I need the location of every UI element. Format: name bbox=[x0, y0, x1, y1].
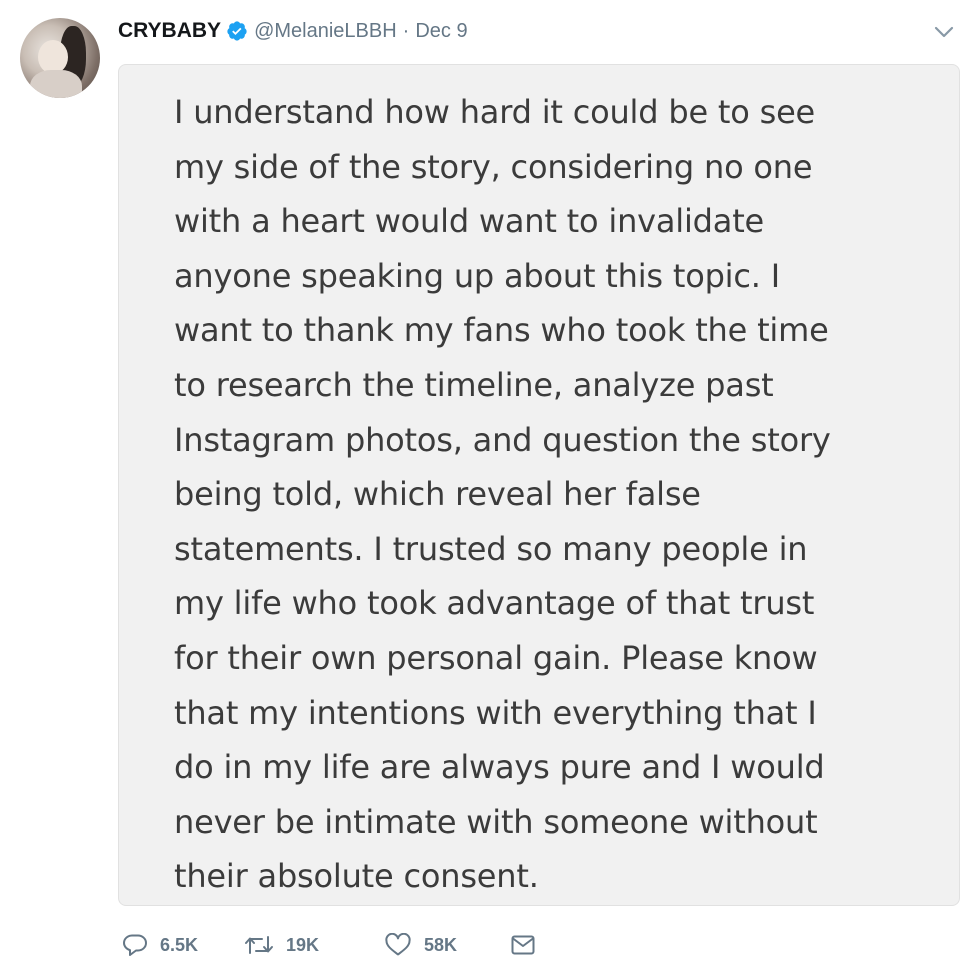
avatar[interactable] bbox=[20, 18, 100, 98]
user-handle[interactable]: @MelanieLBBH bbox=[254, 20, 397, 43]
image-text-line: do in my life are always pure and I woul… bbox=[174, 748, 825, 787]
like-count: 58K bbox=[424, 934, 458, 955]
image-text-line: statements. I trusted so many people in bbox=[174, 529, 808, 568]
retweet-icon bbox=[244, 933, 274, 957]
image-text-line: Instagram photos, and question the story bbox=[174, 420, 831, 459]
image-text-line: never be intimate with someone without bbox=[174, 802, 818, 841]
retweet-button[interactable]: 19K bbox=[244, 933, 384, 957]
image-text-line: their absolute consent. bbox=[174, 857, 539, 896]
like-button[interactable]: 58K bbox=[384, 933, 510, 957]
chevron-down-icon[interactable] bbox=[930, 20, 958, 44]
envelope-icon bbox=[510, 933, 536, 957]
image-text-line: want to thank my fans who took the time bbox=[174, 311, 829, 350]
reply-count: 6.5K bbox=[160, 934, 199, 955]
image-text-line: with a heart would want to invalidate bbox=[174, 202, 765, 241]
tweet-actions: 6.5K 19K 58K bbox=[122, 925, 536, 965]
reply-button[interactable]: 6.5K bbox=[122, 933, 244, 957]
separator-dot: · bbox=[402, 19, 410, 42]
tweet-image-card[interactable]: I understand how hard it could be to see… bbox=[118, 64, 960, 906]
image-text-line: being told, which reveal her false bbox=[174, 475, 701, 514]
tweet-date[interactable]: Dec 9 bbox=[415, 20, 467, 43]
image-text-line: anyone speaking up about this topic. I bbox=[174, 256, 780, 295]
image-text-line: for their own personal gain. Please know bbox=[174, 638, 818, 677]
image-text-line: my side of the story, considering no one bbox=[174, 147, 813, 186]
verified-badge-icon bbox=[226, 20, 248, 42]
image-text-line: I understand how hard it could be to see bbox=[174, 93, 816, 131]
reply-icon bbox=[122, 933, 148, 957]
image-text-line: that my intentions with everything that … bbox=[174, 693, 817, 732]
avatar-dress bbox=[30, 70, 82, 98]
display-name[interactable]: CRYBABY bbox=[118, 19, 221, 43]
tweet-header: CRYBABY @MelanieLBBH · Dec 9 bbox=[118, 14, 468, 48]
retweet-count: 19K bbox=[286, 934, 320, 955]
avatar-face bbox=[38, 40, 68, 74]
direct-message-button[interactable] bbox=[510, 933, 536, 957]
heart-icon bbox=[384, 933, 412, 957]
image-text-line: to research the timeline, analyze past bbox=[174, 365, 774, 404]
image-text-line: my life who took advantage of that trust bbox=[174, 584, 815, 623]
